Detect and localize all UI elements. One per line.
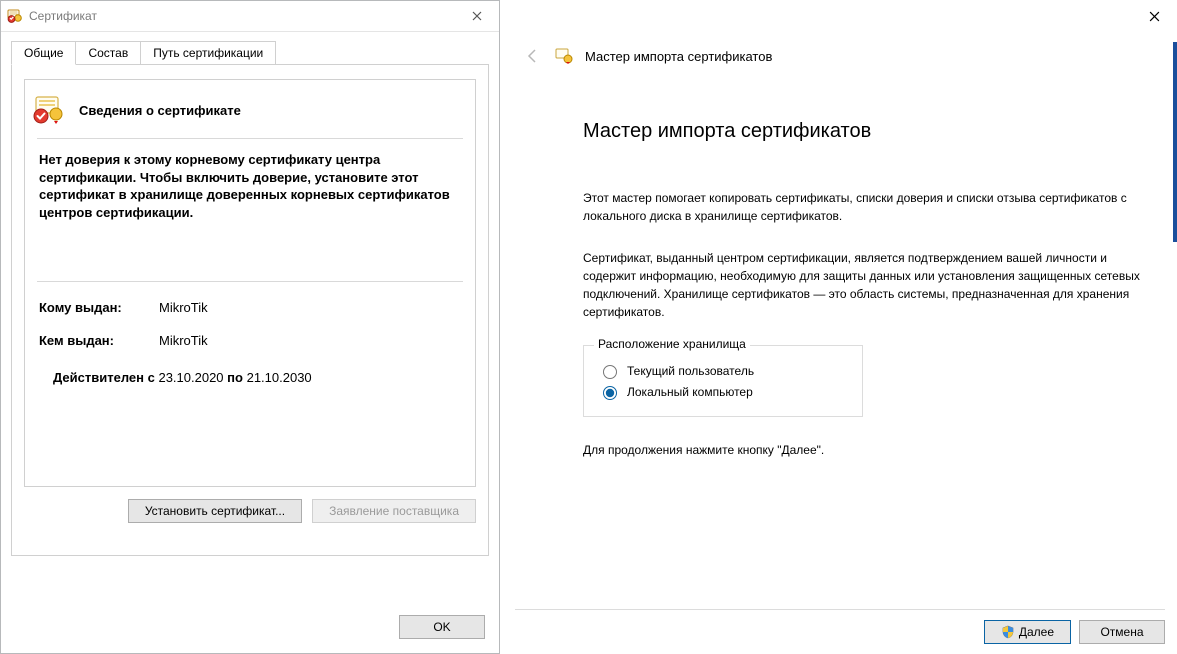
radio-local-machine-input[interactable] — [603, 386, 617, 400]
issued-to-label: Кому выдан: — [39, 300, 159, 315]
tab-details[interactable]: Состав — [75, 41, 141, 65]
radio-local-machine[interactable]: Локальный компьютер — [598, 383, 848, 400]
tab-general[interactable]: Общие — [11, 41, 76, 65]
certificate-title-icon — [7, 8, 23, 24]
wizard-cancel-button[interactable]: Отмена — [1079, 620, 1165, 644]
certificate-action-row: Установить сертификат... Заявление поста… — [24, 499, 476, 523]
certificate-info-header: Сведения о сертификате — [25, 80, 475, 134]
valid-to-label: по — [227, 370, 243, 385]
wizard-next-button[interactable]: Далее — [984, 620, 1071, 644]
tab-certpath[interactable]: Путь сертификации — [140, 41, 276, 65]
certificate-big-icon — [33, 94, 65, 126]
wizard-next-label: Далее — [1019, 625, 1054, 639]
wizard-continue-hint: Для продолжения нажмите кнопку "Далее". — [583, 443, 1147, 457]
tab-strip: Общие Состав Путь сертификации — [1, 32, 499, 64]
valid-from-label: Действителен с — [53, 370, 155, 385]
issuer-statement-button: Заявление поставщика — [312, 499, 476, 523]
install-certificate-button[interactable]: Установить сертификат... — [128, 499, 302, 523]
wizard-title-icon — [555, 47, 573, 65]
certificate-dialog: Сертификат Общие Состав Путь сертификаци… — [0, 0, 500, 654]
wizard-back-button[interactable] — [523, 46, 543, 66]
radio-current-user-label: Текущий пользователь — [627, 364, 754, 378]
certificate-close-button[interactable] — [454, 2, 499, 31]
radio-current-user-input[interactable] — [603, 365, 617, 379]
store-location-legend: Расположение хранилища — [594, 337, 750, 351]
import-wizard-dialog: Мастер импорта сертификатов Мастер импор… — [500, 0, 1177, 654]
wizard-footer: Далее Отмена — [515, 609, 1165, 644]
validity-row: Действителен с 23.10.2020 по 21.10.2030 — [25, 348, 475, 385]
valid-to-value: 21.10.2030 — [247, 370, 312, 385]
issued-by-value: MikroTik — [159, 333, 461, 348]
wizard-body: Мастер импорта сертификатов Этот мастер … — [583, 120, 1147, 457]
certificate-info-frame: Сведения о сертификате Нет доверия к это… — [24, 79, 476, 487]
decorative-strip — [1173, 42, 1177, 242]
valid-from-value: 23.10.2020 — [158, 370, 223, 385]
tab-body: Сведения о сертификате Нет доверия к это… — [11, 64, 489, 556]
wizard-close-button[interactable] — [1132, 0, 1177, 32]
issued-to-value: MikroTik — [159, 300, 461, 315]
radio-local-machine-label: Локальный компьютер — [627, 385, 753, 399]
certificate-info-title: Сведения о сертификате — [79, 103, 241, 118]
wizard-header: Мастер импорта сертификатов — [523, 46, 772, 66]
wizard-main-title: Мастер импорта сертификатов — [583, 120, 1147, 143]
certificate-titlebar[interactable]: Сертификат — [1, 1, 499, 32]
radio-current-user[interactable]: Текущий пользователь — [598, 362, 848, 379]
wizard-paragraph-1: Этот мастер помогает копировать сертифик… — [583, 189, 1143, 225]
wizard-paragraph-2: Сертификат, выданный центром сертификаци… — [583, 249, 1143, 321]
store-location-group: Расположение хранилища Текущий пользоват… — [583, 345, 863, 417]
wizard-header-title: Мастер импорта сертификатов — [585, 49, 772, 64]
certificate-trust-warning: Нет доверия к этому корневому сертификат… — [25, 139, 475, 221]
ok-row: OK — [399, 615, 485, 639]
issued-to-row: Кому выдан: MikroTik — [25, 282, 475, 315]
shield-icon — [1001, 625, 1015, 639]
issued-by-label: Кем выдан: — [39, 333, 159, 348]
issued-by-row: Кем выдан: MikroTik — [25, 315, 475, 348]
ok-button[interactable]: OK — [399, 615, 485, 639]
certificate-title-text: Сертификат — [29, 9, 97, 23]
